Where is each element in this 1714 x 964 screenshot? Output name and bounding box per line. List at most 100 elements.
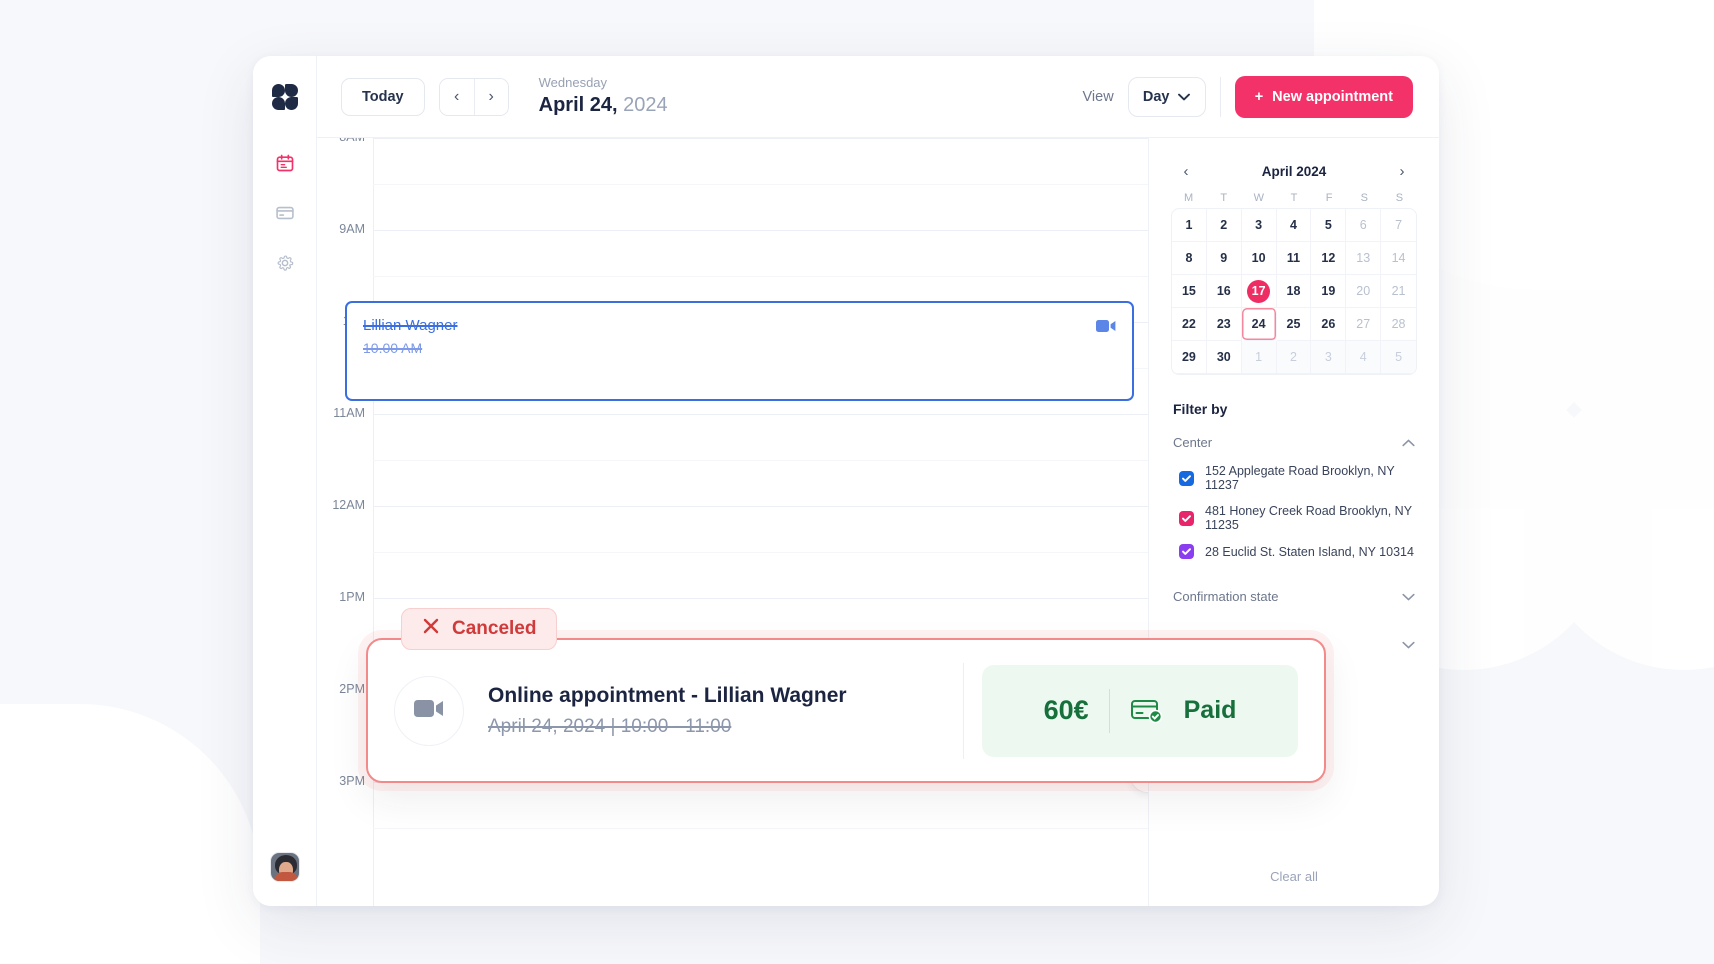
hour-gridline bbox=[373, 230, 1148, 231]
avatar[interactable] bbox=[269, 852, 300, 882]
day-of-week-label: Wednesday bbox=[538, 75, 608, 91]
mini-calendar-day[interactable]: 1 bbox=[1241, 341, 1277, 374]
mini-calendar-day[interactable]: 15 bbox=[1172, 275, 1207, 308]
mini-calendar-prev-button[interactable]: ‹ bbox=[1175, 160, 1197, 182]
mini-calendar-day[interactable]: 2 bbox=[1276, 341, 1312, 374]
mini-calendar-nav: ‹ April 2024 › bbox=[1171, 160, 1417, 192]
sidebar-item-settings[interactable] bbox=[268, 248, 302, 282]
mini-calendar-day-label: 1 bbox=[1185, 218, 1193, 232]
mini-calendar-day[interactable]: 5 bbox=[1381, 341, 1416, 374]
half-hour-gridline bbox=[373, 460, 1148, 461]
mini-calendar-day-label: 18 bbox=[1286, 284, 1301, 298]
mini-calendar-day[interactable]: 16 bbox=[1206, 275, 1242, 308]
mini-calendar-day[interactable]: 12 bbox=[1311, 242, 1347, 275]
filter-sidebar: ‹ April 2024 › MTWTFSS 1 2 3 4 5 6 7 8 9 10 11 12 13… bbox=[1149, 138, 1439, 906]
mini-calendar-day-label: 4 bbox=[1359, 350, 1367, 364]
mini-calendar-day[interactable]: 26 bbox=[1311, 308, 1347, 341]
close-x-icon bbox=[422, 617, 440, 641]
mini-calendar-day[interactable]: 21 bbox=[1381, 275, 1416, 308]
calendar-event-lillian-wagner[interactable]: Lillian Wagner 10.00 AM bbox=[345, 301, 1134, 401]
checkbox[interactable] bbox=[1179, 544, 1194, 559]
mini-calendar-day[interactable]: 10 bbox=[1241, 242, 1277, 275]
mini-calendar-day[interactable]: 9 bbox=[1206, 242, 1242, 275]
clear-all-button[interactable]: Clear all bbox=[1171, 869, 1417, 906]
mini-calendar-day-label: 5 bbox=[1324, 218, 1332, 232]
mini-calendar-day-label: 3 bbox=[1324, 350, 1332, 364]
today-button[interactable]: Today bbox=[341, 77, 425, 116]
mini-calendar-day[interactable]: 23 bbox=[1206, 308, 1242, 341]
mini-calendar-day[interactable]: 25 bbox=[1276, 308, 1312, 341]
next-day-button[interactable]: › bbox=[473, 78, 508, 115]
hour-gridline bbox=[373, 598, 1148, 599]
sidebar-item-calendar[interactable] bbox=[268, 148, 302, 182]
sidebar-item-payments[interactable] bbox=[268, 198, 302, 232]
appointment-detail-card[interactable]: Canceled Online appointment - Lillian Wa… bbox=[366, 608, 1326, 783]
mini-calendar-day[interactable]: 3 bbox=[1241, 209, 1277, 242]
hour-row[interactable]: 8AM bbox=[317, 138, 1148, 230]
mini-calendar-day[interactable]: 4 bbox=[1276, 209, 1312, 242]
weekday-label: F bbox=[1325, 192, 1333, 204]
view-mode-select[interactable]: Day bbox=[1127, 76, 1206, 117]
half-hour-gridline bbox=[373, 552, 1148, 553]
filter-section-center[interactable]: Center bbox=[1171, 435, 1417, 450]
mini-calendar-day[interactable]: 3 bbox=[1311, 341, 1347, 374]
view-label: View bbox=[1082, 88, 1114, 105]
new-appointment-button[interactable]: + New appointment bbox=[1234, 75, 1413, 118]
mini-calendar-day-label: 13 bbox=[1356, 251, 1371, 265]
mini-calendar-day[interactable]: 17 bbox=[1241, 275, 1277, 308]
event-time: 10.00 AM bbox=[363, 340, 423, 356]
mini-calendar-day[interactable]: 18 bbox=[1276, 275, 1312, 308]
filter-section-confirmation-state[interactable]: Confirmation state bbox=[1171, 589, 1417, 604]
mini-calendar-day-label: 21 bbox=[1391, 284, 1406, 298]
hour-row[interactable]: 3PM bbox=[317, 774, 1148, 874]
checkbox[interactable] bbox=[1179, 470, 1194, 486]
mini-calendar-day[interactable]: 11 bbox=[1276, 242, 1312, 275]
half-hour-gridline bbox=[373, 184, 1148, 185]
mini-calendar-day[interactable]: 7 bbox=[1381, 209, 1416, 242]
hour-label: 2PM bbox=[339, 682, 365, 696]
center-filter-row[interactable]: 28 Euclid St. Staten Island, NY 10314 bbox=[1179, 544, 1417, 559]
card-divider bbox=[963, 662, 964, 759]
mini-calendar-day[interactable]: 13 bbox=[1346, 242, 1382, 275]
filter-title: Filter by bbox=[1173, 401, 1228, 417]
prev-day-button[interactable]: ‹ bbox=[439, 78, 474, 115]
mini-calendar-day[interactable]: 29 bbox=[1172, 341, 1207, 374]
mini-calendar-next-button[interactable]: › bbox=[1391, 160, 1413, 182]
mini-calendar-day[interactable]: 8 bbox=[1172, 242, 1207, 275]
mini-calendar-day[interactable]: 1 bbox=[1172, 209, 1207, 242]
mini-calendar-day[interactable]: 5 bbox=[1311, 209, 1347, 242]
mini-calendar-day[interactable]: 14 bbox=[1381, 242, 1416, 275]
mini-calendar-day-label: 20 bbox=[1356, 284, 1371, 298]
left-nav-rail bbox=[253, 56, 317, 906]
appointment-type-avatar bbox=[394, 675, 464, 746]
appointment-datetime: April 24, 2024 | 10:00 - 11:00 bbox=[488, 715, 732, 737]
weekday-label: S bbox=[1395, 192, 1404, 204]
weekday-label: T bbox=[1220, 192, 1228, 204]
mini-calendar-day-label: 8 bbox=[1185, 251, 1193, 265]
calendar-icon bbox=[275, 153, 295, 178]
mini-calendar-day-label: 16 bbox=[1216, 284, 1231, 298]
mini-calendar-day[interactable]: 24 bbox=[1241, 308, 1277, 341]
hour-row[interactable]: 12AM bbox=[317, 498, 1148, 598]
center-filter-row[interactable]: 481 Honey Creek Road Brooklyn, NY 11235 bbox=[1179, 504, 1417, 532]
mini-calendar-day[interactable]: 28 bbox=[1381, 308, 1416, 341]
mini-calendar-day-label: 19 bbox=[1321, 284, 1336, 298]
mini-calendar-day-label: 26 bbox=[1321, 317, 1336, 331]
mini-calendar-day[interactable]: 30 bbox=[1206, 341, 1242, 374]
mini-calendar-day[interactable]: 27 bbox=[1346, 308, 1382, 341]
hour-row[interactable]: 11AM bbox=[317, 406, 1148, 506]
mini-calendar-day[interactable]: 6 bbox=[1346, 209, 1382, 242]
mini-calendar-day[interactable]: 20 bbox=[1346, 275, 1382, 308]
clover-logo bbox=[271, 84, 298, 110]
half-hour-gridline bbox=[373, 276, 1148, 277]
center-filter-row[interactable]: 152 Applegate Road Brooklyn, NY 11237 bbox=[1179, 464, 1417, 492]
toolbar: Today ‹ › Wednesday April 24, 2024 View … bbox=[317, 56, 1439, 138]
checkbox[interactable] bbox=[1179, 510, 1194, 526]
mini-calendar-day[interactable]: 2 bbox=[1206, 209, 1242, 242]
day-calendar-grid[interactable]: 8AM9AM10A11AM12AM1PM2PM3PM Lillian Wagne… bbox=[317, 138, 1149, 906]
mini-calendar-day-label: 4 bbox=[1290, 218, 1297, 232]
mini-calendar-grid[interactable]: 1 2 3 4 5 6 7 8 9 10 11 12 13 14 15 16 17 18 19 20 21 22 23 24 2… bbox=[1171, 208, 1417, 375]
mini-calendar-day[interactable]: 22 bbox=[1172, 308, 1207, 341]
mini-calendar-day[interactable]: 19 bbox=[1311, 275, 1347, 308]
mini-calendar-day[interactable]: 4 bbox=[1346, 341, 1382, 374]
